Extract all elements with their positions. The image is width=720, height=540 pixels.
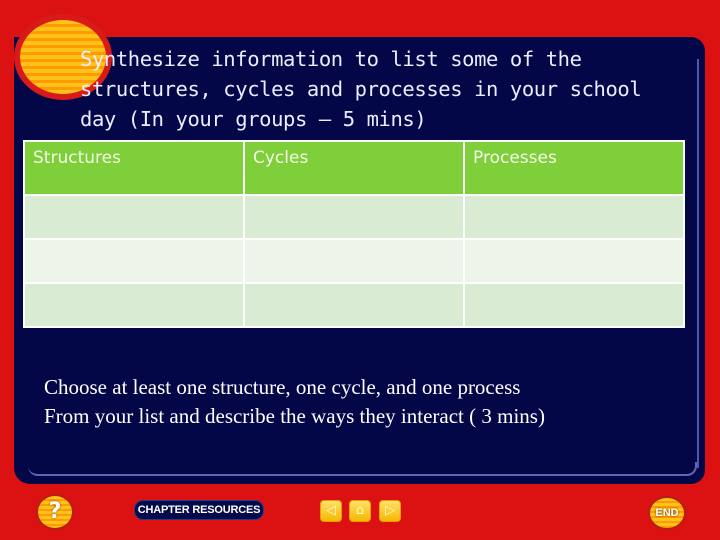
table-cell [243,282,465,328]
table-row [23,238,685,284]
table-row [23,282,685,328]
previous-button[interactable]: ◁ [320,500,342,522]
table-row [23,194,685,240]
header-processes: Processes [463,140,685,196]
arrow-right-icon: ▷ [385,503,395,518]
end-button[interactable]: END [648,496,686,530]
slide-title: Synthesize information to list some of t… [80,47,642,131]
home-button[interactable]: ⌂ [349,500,371,522]
table-cell [463,282,685,328]
arrow-left-icon: ◁ [326,503,336,518]
table-cell [23,194,245,240]
table-cell [243,194,465,240]
panel-border-accent [28,462,697,476]
next-button[interactable]: ▷ [379,500,401,522]
table-header-row: Structures Cycles Processes [23,140,685,196]
table-cell [243,238,465,284]
table-cell [463,238,685,284]
header-cycles: Cycles [243,140,465,196]
help-button[interactable]: ? [36,494,74,530]
question-mark-icon: ? [48,499,62,524]
activity-table: Structures Cycles Processes [23,140,685,328]
instructions-line-2: From your list and describe the ways the… [44,404,545,428]
instructions: Choose at least one structure, one cycle… [44,373,545,431]
chapter-resources-button[interactable]: CHAPTER RESOURCES [134,500,264,520]
instructions-line-1: Choose at least one structure, one cycle… [44,375,521,399]
table-cell [463,194,685,240]
table-cell [23,238,245,284]
header-structures: Structures [23,140,245,196]
table-cell [23,282,245,328]
home-icon: ⌂ [355,503,365,518]
